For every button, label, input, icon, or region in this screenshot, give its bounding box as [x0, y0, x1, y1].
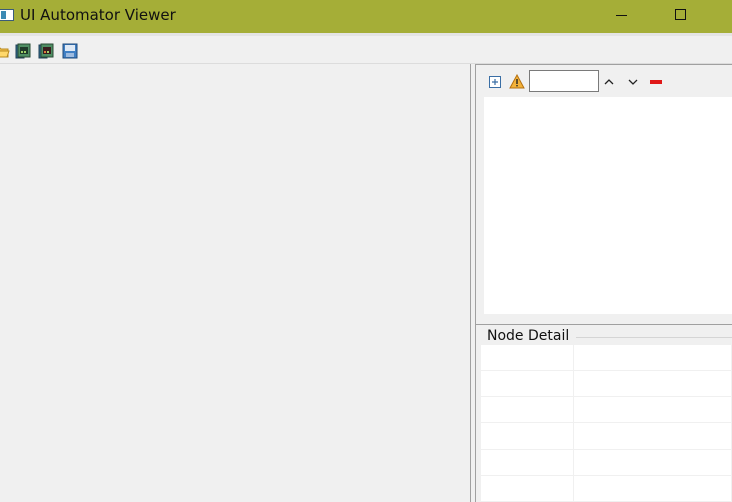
filter-input[interactable] — [529, 70, 599, 92]
next-node-icon[interactable] — [625, 74, 641, 90]
property-value-cell — [573, 422, 732, 450]
device-screenshot-icon[interactable] — [15, 43, 31, 59]
nafs-warning-icon[interactable] — [509, 73, 525, 90]
node-detail-title: Node Detail — [487, 328, 572, 344]
property-key-cell — [481, 449, 574, 476]
open-folder-icon[interactable] — [0, 43, 10, 59]
property-key-cell — [481, 396, 574, 424]
table-row[interactable] — [481, 422, 732, 450]
main-toolbar — [0, 36, 732, 63]
property-key-cell — [481, 370, 574, 398]
table-row[interactable] — [481, 396, 732, 424]
group-border — [576, 337, 732, 338]
maximize-button[interactable] — [666, 4, 696, 28]
window-title: UI Automator Viewer — [20, 6, 176, 24]
screenshot-canvas[interactable] — [0, 64, 471, 502]
table-row[interactable] — [481, 370, 732, 398]
table-row[interactable] — [481, 345, 732, 372]
property-key-cell — [481, 475, 574, 502]
property-value-cell — [573, 370, 732, 398]
device-screenshot-compressed-icon[interactable] — [38, 43, 54, 59]
table-row[interactable] — [481, 475, 732, 502]
property-value-cell — [573, 449, 732, 476]
title-bar: UI Automator Viewer — [0, 0, 732, 33]
property-value-cell — [573, 345, 732, 372]
app-icon — [0, 9, 14, 21]
previous-node-icon[interactable] — [601, 74, 617, 90]
save-icon[interactable] — [62, 43, 78, 59]
hierarchy-tree[interactable] — [484, 97, 732, 314]
property-key-cell — [481, 422, 574, 450]
minimize-button[interactable] — [606, 4, 636, 28]
clear-filter-icon[interactable] — [648, 74, 664, 90]
property-value-cell — [573, 475, 732, 502]
property-key-cell — [481, 345, 574, 372]
expand-all-icon[interactable] — [487, 74, 503, 90]
node-detail-table[interactable] — [481, 345, 732, 502]
table-row[interactable] — [481, 449, 732, 476]
node-detail-panel: Node Detail — [476, 325, 732, 502]
hierarchy-panel — [476, 64, 732, 320]
property-value-cell — [573, 396, 732, 424]
